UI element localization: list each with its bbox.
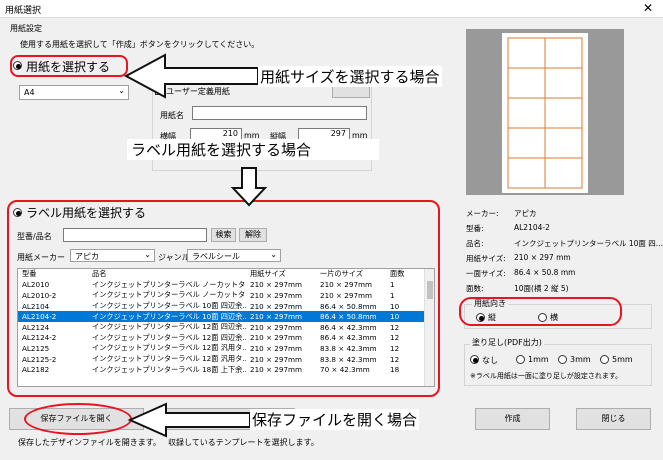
- annotation-open-file: 保存ファイルを開く場合: [250, 409, 420, 430]
- arrow-left-icon: [123, 53, 259, 99]
- annotation-label-paper: ラベル用紙を選択する場合: [127, 139, 379, 160]
- annotation-paper-size: 用紙サイズを選択する場合: [258, 66, 442, 87]
- arrow-down-icon: [230, 167, 268, 207]
- arrow-left-icon: [127, 402, 251, 438]
